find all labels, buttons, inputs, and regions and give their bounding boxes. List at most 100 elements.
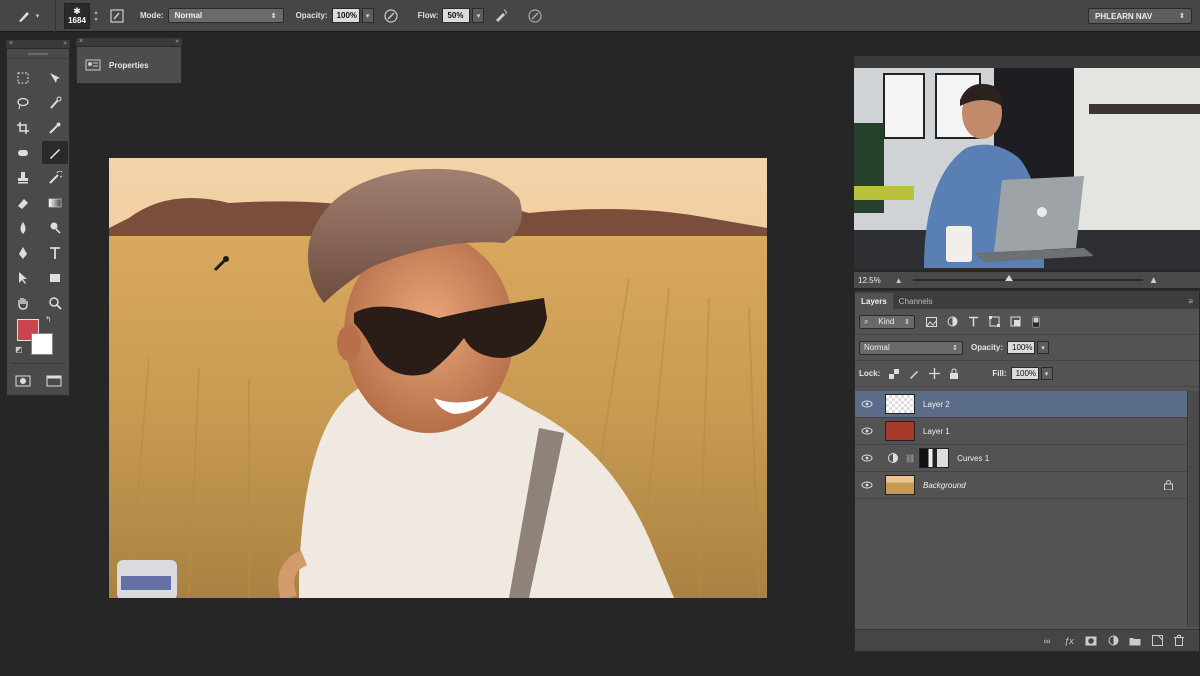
filter-type-button[interactable] <box>967 316 979 328</box>
layer-name[interactable]: Curves 1 <box>957 454 989 463</box>
filter-shape-button[interactable] <box>988 316 1000 328</box>
collapse-icon[interactable]: » <box>63 40 67 48</box>
pen-tool[interactable] <box>7 240 39 265</box>
filter-adjustment-button[interactable] <box>946 316 958 328</box>
collapse-icon[interactable]: » <box>175 38 179 46</box>
move-tool[interactable] <box>39 65 71 90</box>
new-layer-button[interactable] <box>1151 635 1163 647</box>
crop-tool[interactable] <box>7 115 39 140</box>
eyedropper-tool[interactable] <box>39 115 71 140</box>
opacity-slider-toggle[interactable]: ▾ <box>361 8 374 23</box>
default-colors-icon[interactable]: ◩ <box>15 345 23 354</box>
layer-name[interactable]: Layer 2 <box>923 400 950 409</box>
blend-mode-dropdown[interactable]: Normal ⇕ <box>859 340 963 355</box>
panel-grip[interactable] <box>7 49 69 59</box>
lock-transparent-button[interactable] <box>888 368 900 380</box>
zoom-slider-handle[interactable] <box>1004 275 1013 281</box>
tools-panel-header[interactable]: ×» <box>6 40 70 48</box>
tools-panel: ↰ ◩ <box>6 48 70 396</box>
brush-size-spinner[interactable]: ▴ ▾ <box>92 7 100 25</box>
eraser-tool[interactable] <box>7 190 39 215</box>
panel-menu-icon[interactable]: ≡ <box>1182 297 1199 309</box>
pressure-opacity-button[interactable] <box>382 7 400 25</box>
type-tool[interactable] <box>39 240 71 265</box>
layer-style-button[interactable]: ƒx <box>1063 635 1075 647</box>
background-color-swatch[interactable] <box>31 333 53 355</box>
properties-label: Properties <box>109 60 149 70</box>
flow-input[interactable]: 50% <box>442 8 471 23</box>
filter-pixel-button[interactable] <box>925 316 937 328</box>
history-brush-tool[interactable] <box>39 165 71 190</box>
lock-position-button[interactable] <box>928 368 940 380</box>
layer-opacity-input[interactable]: 100% <box>1007 341 1036 354</box>
properties-panel-button[interactable]: Properties <box>76 46 182 84</box>
close-icon[interactable]: × <box>9 40 13 48</box>
new-group-button[interactable] <box>1129 635 1141 647</box>
visibility-toggle[interactable] <box>855 481 879 489</box>
eye-icon <box>861 400 873 408</box>
adjustment-layer-indicator <box>883 453 903 463</box>
filter-kind-dropdown[interactable]: ⌕ Kind ⇕ <box>859 314 915 329</box>
filter-toggle-switch[interactable] <box>1030 315 1042 328</box>
tab-channels[interactable]: Channels <box>893 293 939 309</box>
delete-layer-button[interactable] <box>1173 635 1185 647</box>
layer-mask-thumbnail[interactable] <box>919 448 950 468</box>
layer-row-curves-1[interactable]: ⛓ Curves 1 <box>855 445 1187 472</box>
mask-link-icon[interactable]: ⛓ <box>905 454 915 463</box>
tab-layers[interactable]: Layers <box>855 293 893 309</box>
layer-row-background[interactable]: Background <box>855 472 1187 499</box>
lock-all-button[interactable] <box>948 368 960 380</box>
add-mask-button[interactable] <box>1085 635 1097 647</box>
fill-slider-toggle[interactable]: ▾ <box>1040 367 1053 380</box>
visibility-toggle[interactable] <box>855 454 879 462</box>
marquee-tool[interactable] <box>7 65 39 90</box>
layers-scrollbar[interactable] <box>1187 391 1199 627</box>
workspace-switcher[interactable]: PHLEARN NAV ⇕ <box>1088 8 1192 24</box>
quick-selection-tool[interactable] <box>39 90 71 115</box>
opacity-input[interactable]: 100% <box>331 8 360 23</box>
new-adjustment-button[interactable] <box>1107 635 1119 647</box>
layer-opacity-slider-toggle[interactable]: ▾ <box>1037 341 1050 354</box>
brush-tool[interactable] <box>42 141 68 164</box>
layer-name[interactable]: Layer 1 <box>923 427 950 436</box>
zoom-tool[interactable] <box>39 290 71 315</box>
brush-size-preview[interactable]: ✱ 1684 <box>64 2 90 29</box>
mode-dropdown[interactable]: Normal ⇕ <box>167 8 284 23</box>
document-canvas[interactable] <box>109 158 767 598</box>
zoom-level[interactable]: 12.5% <box>858 276 881 285</box>
properties-panel-header[interactable]: ×» <box>76 38 182 46</box>
healing-brush-tool[interactable] <box>7 140 39 165</box>
dodge-tool[interactable] <box>39 215 71 240</box>
quick-mask-button[interactable] <box>15 374 31 392</box>
close-icon[interactable]: × <box>79 38 83 46</box>
brush-panel-toggle[interactable] <box>108 7 126 25</box>
visibility-toggle[interactable] <box>855 400 879 408</box>
filter-smart-object-button[interactable] <box>1009 316 1021 328</box>
pressure-size-button[interactable] <box>526 7 544 25</box>
zoom-slider[interactable] <box>912 275 1143 281</box>
screen-mode-button[interactable] <box>46 374 62 392</box>
opacity-value: 100% <box>336 11 358 20</box>
lasso-tool[interactable] <box>7 90 39 115</box>
gradient-tool[interactable] <box>39 190 71 215</box>
tool-preset-picker[interactable]: ▾ <box>0 0 56 32</box>
visibility-toggle[interactable] <box>855 427 879 435</box>
layer-name[interactable]: Background <box>923 481 966 490</box>
hand-tool[interactable] <box>7 290 39 315</box>
layer-thumbnail <box>885 394 915 414</box>
layer-row-layer-1[interactable]: Layer 1 <box>855 418 1187 445</box>
clone-stamp-tool[interactable] <box>7 165 39 190</box>
navigator-preview[interactable] <box>854 68 1200 270</box>
link-layers-button[interactable]: ∞ <box>1041 635 1053 647</box>
fill-input[interactable]: 100% <box>1010 367 1039 380</box>
zoom-in-icon[interactable]: ▲ <box>1149 275 1159 286</box>
lock-pixels-button[interactable] <box>908 368 920 380</box>
path-selection-tool[interactable] <box>7 265 39 290</box>
shape-tool[interactable] <box>39 265 71 290</box>
airbrush-button[interactable] <box>492 7 510 25</box>
swap-colors-icon[interactable]: ↰ <box>45 315 52 324</box>
blur-tool[interactable] <box>7 215 39 240</box>
zoom-out-icon[interactable]: ▲ <box>895 276 903 285</box>
layer-row-layer-2[interactable]: Layer 2 <box>855 391 1187 418</box>
flow-slider-toggle[interactable]: ▾ <box>472 8 485 23</box>
